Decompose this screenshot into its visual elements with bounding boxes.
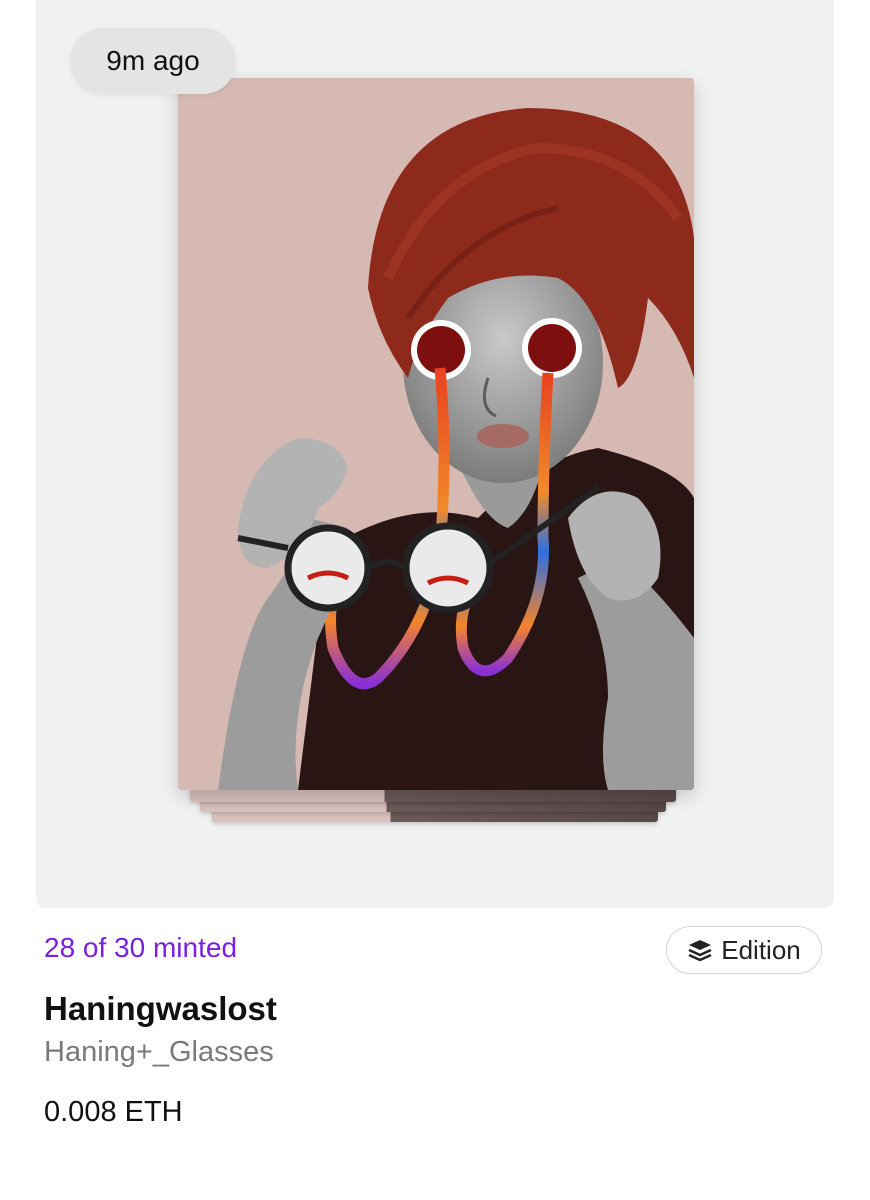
layers-icon [687,938,713,962]
edition-label: Edition [721,934,801,965]
artist-name[interactable]: Haningwaslost [44,990,277,1028]
minted-count: 28 of 30 minted [44,932,238,963]
price: 0.008 ETH [44,1096,183,1128]
artwork-title[interactable]: Haning+_Glasses [44,1036,274,1069]
artwork-illustration [178,78,694,790]
artwork-image[interactable] [178,78,694,790]
edition-badge[interactable]: Edition [666,926,822,974]
timestamp-text: 9m ago [106,45,200,76]
timestamp-badge: 9m ago [70,28,236,94]
